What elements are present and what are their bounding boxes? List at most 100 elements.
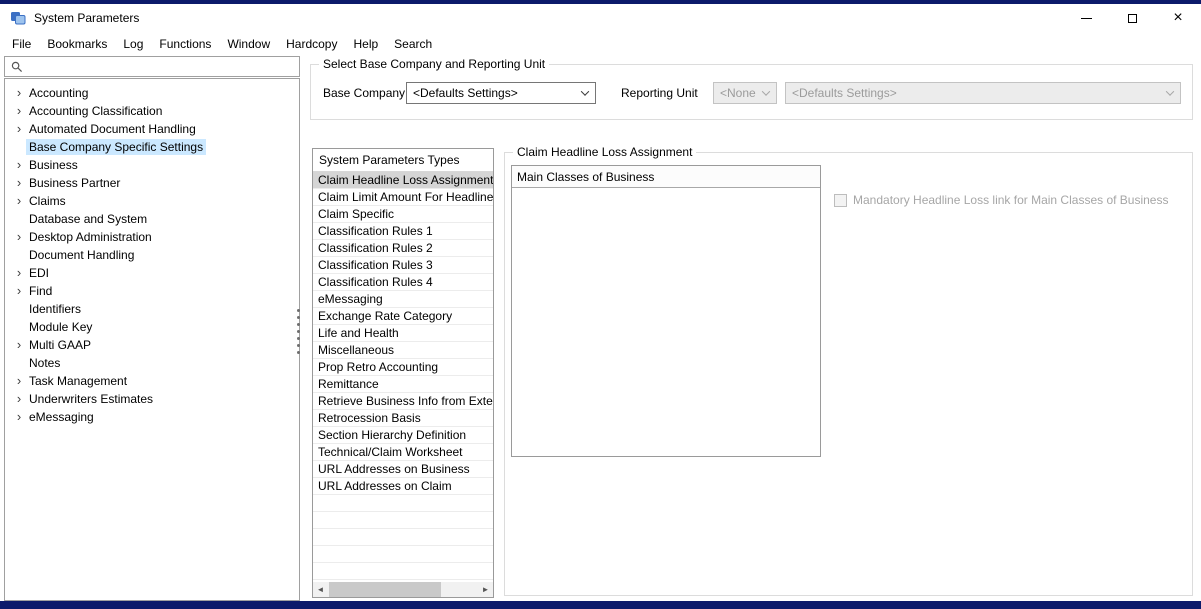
- types-list-panel: System Parameters Types Claim Headline L…: [312, 148, 494, 598]
- menu-item-log[interactable]: Log: [115, 34, 151, 54]
- types-list-item[interactable]: Life and Health: [313, 325, 493, 342]
- tree-item-label: Multi GAAP: [26, 337, 94, 353]
- types-list-item[interactable]: Prop Retro Accounting: [313, 359, 493, 376]
- types-list-empty-row: [313, 563, 493, 580]
- panel-splitter[interactable]: [295, 309, 301, 361]
- types-list-item[interactable]: Claim Specific: [313, 206, 493, 223]
- tree-item[interactable]: ›Task Management: [5, 372, 299, 390]
- tree-item[interactable]: ›Base Company Specific Settings: [5, 138, 299, 156]
- main-classes-body[interactable]: [512, 188, 820, 456]
- reporting-unit-settings-value: <Defaults Settings>: [792, 86, 897, 100]
- reporting-unit-value: <None>: [720, 86, 756, 100]
- tree-item[interactable]: ›Identifiers: [5, 300, 299, 318]
- chevron-down-icon: [1160, 90, 1180, 96]
- types-list: Claim Headline Loss AssignmentClaim Limi…: [313, 172, 493, 582]
- types-list-item[interactable]: Exchange Rate Category: [313, 308, 493, 325]
- tree-item-label: Accounting Classification: [26, 103, 165, 119]
- types-list-item[interactable]: eMessaging: [313, 291, 493, 308]
- close-icon: ×: [1173, 10, 1182, 26]
- tree-item[interactable]: ›Accounting Classification: [5, 102, 299, 120]
- types-list-empty-row: [313, 546, 493, 563]
- types-list-item[interactable]: Retrieve Business Info from External: [313, 393, 493, 410]
- types-list-item[interactable]: Classification Rules 2: [313, 240, 493, 257]
- minimize-button[interactable]: [1063, 4, 1109, 32]
- menu-item-hardcopy[interactable]: Hardcopy: [278, 34, 345, 54]
- chevron-right-icon[interactable]: ›: [12, 158, 26, 172]
- settings-tree: ›Accounting›Accounting Classification›Au…: [4, 78, 300, 601]
- menu-item-functions[interactable]: Functions: [151, 34, 219, 54]
- chevron-right-icon[interactable]: ›: [12, 176, 26, 190]
- company-section: Select Base Company and Reporting Unit B…: [310, 64, 1193, 120]
- tree-search-input[interactable]: [28, 57, 299, 76]
- types-list-item[interactable]: Classification Rules 3: [313, 257, 493, 274]
- window-title: System Parameters: [34, 11, 139, 25]
- tree-item[interactable]: ›Business Partner: [5, 174, 299, 192]
- tree-item-label: Document Handling: [26, 247, 137, 263]
- tree-item[interactable]: ›Claims: [5, 192, 299, 210]
- maximize-button[interactable]: [1109, 4, 1155, 32]
- tree-item[interactable]: ›EDI: [5, 264, 299, 282]
- chevron-right-icon[interactable]: ›: [12, 374, 26, 388]
- tree-item-label: Underwriters Estimates: [26, 391, 156, 407]
- types-list-item[interactable]: Section Hierarchy Definition: [313, 427, 493, 444]
- tree-item[interactable]: ›Notes: [5, 354, 299, 372]
- close-button[interactable]: ×: [1155, 4, 1201, 32]
- horizontal-scrollbar[interactable]: ◄ ►: [313, 582, 493, 597]
- menu-item-window[interactable]: Window: [219, 34, 278, 54]
- tree-item[interactable]: ›Accounting: [5, 84, 299, 102]
- tree-item[interactable]: ›Find: [5, 282, 299, 300]
- types-list-item[interactable]: Classification Rules 1: [313, 223, 493, 240]
- tree-item-label: Accounting: [26, 85, 91, 101]
- scroll-left-icon[interactable]: ◄: [313, 582, 328, 597]
- tree-item[interactable]: ›Underwriters Estimates: [5, 390, 299, 408]
- chevron-right-icon[interactable]: ›: [12, 410, 26, 424]
- base-company-select[interactable]: <Defaults Settings>: [406, 82, 596, 104]
- scrollbar-thumb[interactable]: [329, 582, 441, 597]
- types-list-item[interactable]: Classification Rules 4: [313, 274, 493, 291]
- search-icon: [11, 61, 23, 73]
- chevron-right-icon[interactable]: ›: [12, 104, 26, 118]
- types-list-item[interactable]: Technical/Claim Worksheet: [313, 444, 493, 461]
- tree-item[interactable]: ›eMessaging: [5, 408, 299, 426]
- types-list-item[interactable]: Remittance: [313, 376, 493, 393]
- types-list-item[interactable]: Retrocession Basis: [313, 410, 493, 427]
- chevron-right-icon[interactable]: ›: [12, 338, 26, 352]
- menu-item-file[interactable]: File: [4, 34, 39, 54]
- maximize-icon: [1128, 14, 1137, 23]
- types-list-empty-row: [313, 529, 493, 546]
- scroll-right-icon[interactable]: ►: [478, 582, 493, 597]
- minimize-icon: [1081, 18, 1092, 19]
- types-list-item[interactable]: URL Addresses on Business: [313, 461, 493, 478]
- tree-item[interactable]: ›Business: [5, 156, 299, 174]
- tree-item[interactable]: ›Database and System: [5, 210, 299, 228]
- tree-item[interactable]: ›Automated Document Handling: [5, 120, 299, 138]
- types-list-item[interactable]: Claim Headline Loss Assignment: [313, 172, 493, 189]
- tree-item[interactable]: ›Document Handling: [5, 246, 299, 264]
- tree-item[interactable]: ›Desktop Administration: [5, 228, 299, 246]
- detail-section-title: Claim Headline Loss Assignment: [513, 145, 696, 159]
- menu-item-bookmarks[interactable]: Bookmarks: [39, 34, 115, 54]
- tree-item-label: Desktop Administration: [26, 229, 155, 245]
- types-list-item[interactable]: URL Addresses on Claim: [313, 478, 493, 495]
- menu-item-search[interactable]: Search: [386, 34, 440, 54]
- chevron-right-icon[interactable]: ›: [12, 266, 26, 280]
- mandatory-checkbox-row: Mandatory Headline Loss link for Main Cl…: [834, 193, 1168, 207]
- chevron-right-icon[interactable]: ›: [12, 284, 26, 298]
- types-list-item[interactable]: Miscellaneous: [313, 342, 493, 359]
- tree-item[interactable]: ›Module Key: [5, 318, 299, 336]
- types-list-item[interactable]: Claim Limit Amount For Headline Loss: [313, 189, 493, 206]
- chevron-right-icon[interactable]: ›: [12, 194, 26, 208]
- menu-item-help[interactable]: Help: [345, 34, 386, 54]
- reporting-unit-settings-select: <Defaults Settings>: [785, 82, 1181, 104]
- app-icon: [10, 10, 26, 26]
- chevron-right-icon[interactable]: ›: [12, 392, 26, 406]
- reporting-unit-label: Reporting Unit: [621, 82, 698, 104]
- tree-item-label: Task Management: [26, 373, 130, 389]
- base-company-value: <Defaults Settings>: [413, 86, 518, 100]
- types-list-title: System Parameters Types: [313, 149, 493, 172]
- tree-item[interactable]: ›Multi GAAP: [5, 336, 299, 354]
- chevron-right-icon[interactable]: ›: [12, 86, 26, 100]
- chevron-right-icon[interactable]: ›: [12, 122, 26, 136]
- detail-section: Claim Headline Loss Assignment Main Clas…: [504, 152, 1193, 596]
- chevron-right-icon[interactable]: ›: [12, 230, 26, 244]
